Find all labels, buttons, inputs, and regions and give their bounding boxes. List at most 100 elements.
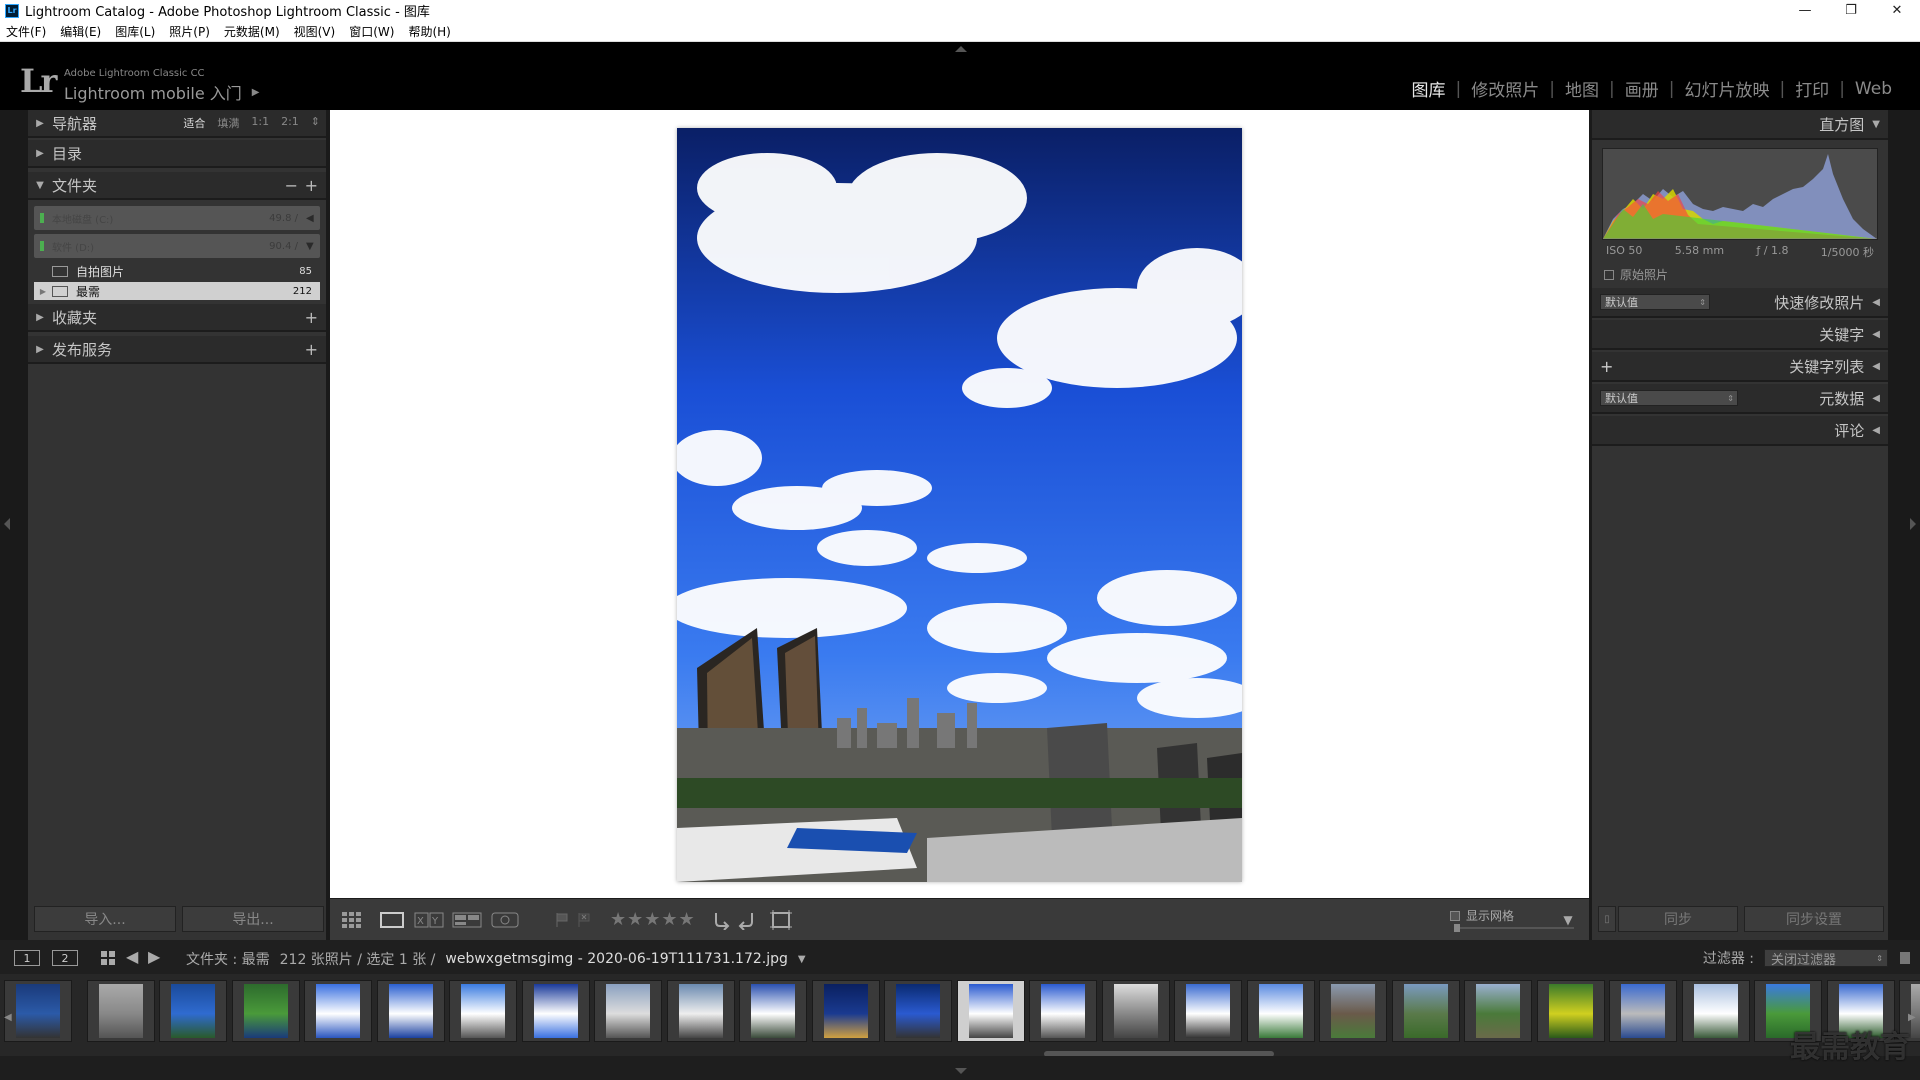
metadata-preset-select[interactable]: 默认值 ⇕: [1600, 390, 1738, 406]
toolbar-menu-chevron-icon[interactable]: ▼: [1558, 909, 1578, 931]
module-slideshow[interactable]: 幻灯片放映: [1674, 76, 1779, 101]
breadcrumb-dropdown-icon[interactable]: ▼: [798, 954, 806, 965]
filmstrip-thumbnail[interactable]: [376, 980, 445, 1042]
crop-overlay-icon[interactable]: [768, 909, 794, 931]
filmstrip-thumbnail[interactable]: [1101, 980, 1170, 1042]
grid-shortcut-icon[interactable]: [100, 950, 116, 970]
add-keyword-icon[interactable]: +: [1600, 357, 1613, 376]
filmstrip-thumbnail[interactable]: [1174, 980, 1242, 1042]
filmstrip-thumbnail[interactable]: [304, 980, 372, 1042]
compare-view-icon[interactable]: XY: [414, 909, 444, 931]
menu-library[interactable]: 图库(L): [115, 23, 155, 40]
sync-button[interactable]: 同步: [1618, 906, 1738, 932]
survey-view-icon[interactable]: [452, 909, 482, 931]
zoom-2-1[interactable]: 2:1: [281, 115, 299, 131]
previous-icon[interactable]: ◀: [126, 947, 138, 966]
filmstrip-thumbnail[interactable]: [1536, 980, 1605, 1042]
quick-develop-header[interactable]: 默认值 ⇕ 快速修改照片 ◀: [1592, 288, 1888, 318]
filmstrip-thumbnail[interactable]: [1246, 980, 1315, 1042]
main-window-button[interactable]: 1: [14, 950, 40, 966]
filmstrip-left-icon[interactable]: ◀: [4, 1012, 12, 1023]
histogram-header[interactable]: 直方图 ▼: [1592, 110, 1888, 140]
zoom-fill[interactable]: 填满: [217, 115, 239, 131]
filmstrip-thumbnail[interactable]: [884, 980, 952, 1042]
collapse-bottom-panel-icon[interactable]: [955, 1068, 967, 1074]
add-publish-service-icon[interactable]: +: [305, 340, 318, 359]
filmstrip-thumbnail[interactable]: [159, 980, 227, 1042]
next-icon[interactable]: ▶: [148, 947, 160, 966]
filmstrip-thumbnail-selected[interactable]: [956, 980, 1025, 1042]
filmstrip-thumbnail[interactable]: [521, 980, 590, 1042]
grid-view-icon[interactable]: [340, 909, 368, 931]
filmstrip-breadcrumb[interactable]: 文件夹 : 最需 212 张照片 / 选定 1 张 / webwxgetmsgi…: [186, 949, 816, 969]
module-book[interactable]: 画册: [1615, 76, 1669, 101]
import-button[interactable]: 导入...: [34, 906, 176, 932]
menu-view[interactable]: 视图(V): [294, 23, 336, 40]
show-grid-toggle[interactable]: 显示网格: [1450, 907, 1514, 924]
volume-c[interactable]: 本地磁盘 (C:) 49.8 / ◀: [34, 206, 320, 230]
filmstrip-thumbnail[interactable]: [739, 980, 807, 1042]
original-photo-toggle[interactable]: 原始照片: [1604, 266, 1668, 283]
module-web[interactable]: Web: [1845, 79, 1902, 99]
minimize-button[interactable]: —: [1782, 0, 1828, 21]
metadata-header[interactable]: 默认值 ⇕ 元数据 ◀: [1592, 384, 1888, 414]
add-folder-icon[interactable]: +: [305, 176, 318, 195]
show-grid-checkbox[interactable]: [1450, 910, 1460, 921]
catalog-header[interactable]: ▶ 目录: [28, 140, 326, 168]
filmstrip-thumbnail[interactable]: [231, 980, 300, 1042]
module-print[interactable]: 打印: [1785, 76, 1839, 101]
filmstrip-thumbnail[interactable]: [1319, 980, 1387, 1042]
filmstrip-thumbnail[interactable]: [1681, 980, 1750, 1042]
folder-expand-icon[interactable]: ▶: [34, 287, 52, 296]
restore-button[interactable]: ❐: [1828, 0, 1874, 21]
menu-file[interactable]: 文件(F): [6, 23, 46, 40]
loupe-view-icon[interactable]: [378, 909, 406, 931]
add-collection-icon[interactable]: +: [305, 308, 318, 327]
remove-folder-icon[interactable]: −: [285, 176, 298, 195]
secondary-window-button[interactable]: 2: [52, 950, 78, 966]
menu-metadata[interactable]: 元数据(M): [224, 23, 280, 40]
zoom-1-1[interactable]: 1:1: [251, 115, 269, 131]
folder-item-selected[interactable]: ▶ 最需 212: [34, 282, 320, 300]
sync-settings-button[interactable]: 同步设置: [1744, 906, 1884, 932]
rotate-left-icon[interactable]: [710, 909, 732, 931]
filmstrip-thumbnail[interactable]: [594, 980, 662, 1042]
flag-icon[interactable]: [552, 909, 572, 931]
keyword-list-header[interactable]: + 关键字列表 ◀: [1592, 352, 1888, 382]
rotate-right-icon[interactable]: [736, 909, 758, 931]
collapse-right-panel-icon[interactable]: [1910, 518, 1916, 530]
original-photo-checkbox[interactable]: [1604, 269, 1614, 280]
menu-edit[interactable]: 编辑(E): [60, 23, 101, 40]
filmstrip-thumbnail[interactable]: [811, 980, 880, 1042]
star-rating[interactable]: ★★★★★: [610, 909, 696, 930]
collapse-left-panel-icon[interactable]: [4, 518, 10, 530]
close-button[interactable]: ✕: [1874, 0, 1920, 21]
comments-header[interactable]: 评论 ◀: [1592, 416, 1888, 446]
navigator-header[interactable]: ▶ 导航器 适合 填满 1:1 2:1 ⇕: [28, 110, 326, 138]
collections-header[interactable]: ▶ 收藏夹 +: [28, 304, 326, 332]
main-photo[interactable]: [677, 128, 1242, 882]
folders-header[interactable]: ▼ 文件夹 − +: [28, 172, 326, 200]
filmstrip-thumbnail[interactable]: [1464, 980, 1532, 1042]
filmstrip-thumbnail[interactable]: [1609, 980, 1677, 1042]
menu-window[interactable]: 窗口(W): [349, 23, 394, 40]
collapse-top-panel-icon[interactable]: [955, 46, 967, 52]
zoom-updown-icon[interactable]: ⇕: [311, 115, 320, 131]
publish-services-header[interactable]: ▶ 发布服务 +: [28, 336, 326, 364]
filter-lock-icon[interactable]: [1900, 952, 1910, 964]
filmstrip-thumbnail[interactable]: [86, 980, 155, 1042]
module-map[interactable]: 地图: [1555, 76, 1609, 101]
module-develop[interactable]: 修改照片: [1461, 76, 1549, 101]
volume-d[interactable]: 软件 (D:) 90.4 / ▼: [34, 234, 320, 258]
grid-size-slider[interactable]: [1454, 924, 1574, 932]
filmstrip-thumbnail[interactable]: [449, 980, 517, 1042]
filmstrip-thumbnail[interactable]: [1391, 980, 1460, 1042]
people-view-icon[interactable]: [490, 909, 520, 931]
filmstrip-thumbnail[interactable]: [666, 980, 735, 1042]
export-button[interactable]: 导出...: [182, 906, 324, 932]
filmstrip-thumbnail[interactable]: [4, 980, 72, 1042]
mobile-getting-started[interactable]: Lightroom mobile 入门 ▶: [64, 80, 259, 104]
menu-photo[interactable]: 照片(P): [169, 23, 210, 40]
keywording-header[interactable]: 关键字 ◀: [1592, 320, 1888, 350]
quick-develop-preset-select[interactable]: 默认值 ⇕: [1600, 294, 1710, 310]
